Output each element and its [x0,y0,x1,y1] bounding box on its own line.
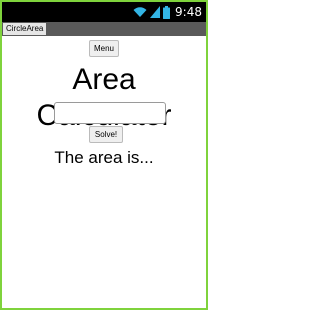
app-title: CircleArea [3,23,47,35]
radius-input[interactable] [54,102,166,124]
status-bar: 9:48 [2,2,206,22]
result-text: The area is... [54,148,154,167]
screen: 9:48 CircleArea Menu Area Calculator Sol… [0,0,208,310]
solve-button[interactable]: Solve! [89,126,123,143]
battery-icon [163,5,171,19]
signal-icon [150,6,161,18]
menu-button[interactable]: Menu [89,40,119,57]
title-bar: CircleArea [2,22,206,36]
wifi-icon [133,7,147,17]
clock-time: 9:48 [175,5,202,19]
status-icons: 9:48 [133,4,202,20]
